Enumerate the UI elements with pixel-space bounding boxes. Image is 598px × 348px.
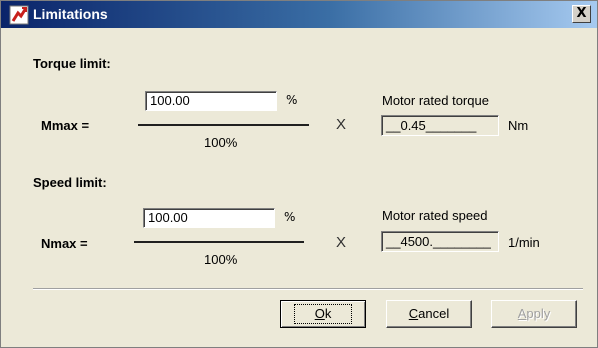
speed-percent-unit: %: [284, 210, 296, 224]
limit-tool-icon: [9, 5, 29, 25]
speed-fraction-line: [134, 241, 304, 243]
motor-rated-torque-field: __0.45_______: [381, 115, 499, 136]
cancel-button[interactable]: Cancel: [386, 300, 472, 328]
title-bar: Limitations X: [1, 1, 597, 28]
nmax-label: Nmax =: [41, 236, 88, 251]
speed-section-title: Speed limit:: [33, 175, 107, 190]
close-icon[interactable]: X: [572, 5, 591, 23]
torque-fraction-line: [138, 124, 309, 126]
torque-section-title: Torque limit:: [33, 56, 111, 71]
speed-unit: 1/min: [508, 235, 540, 250]
apply-label-rest: pply: [526, 306, 551, 321]
button-separator: [33, 288, 583, 290]
ok-mnemonic: O: [314, 306, 325, 321]
ok-label-rest: k: [324, 306, 332, 321]
torque-unit: Nm: [508, 118, 529, 133]
motor-rated-speed-label: Motor rated speed: [382, 208, 488, 223]
cancel-mnemonic: C: [408, 306, 419, 321]
motor-rated-speed-field: __4500.________: [381, 231, 499, 252]
cancel-label-rest: ancel: [418, 306, 450, 321]
torque-percent-input[interactable]: 100.00: [145, 91, 277, 111]
apply-button[interactable]: Apply: [491, 300, 577, 328]
mmax-label: Mmax =: [41, 118, 90, 133]
limitations-dialog: Limitations X Torque limit: Mmax = 100.0…: [0, 0, 598, 348]
speed-times-sign: X: [336, 234, 347, 251]
ok-button[interactable]: Ok: [280, 300, 366, 328]
speed-denominator: 100%: [204, 252, 238, 267]
torque-times-sign: X: [336, 116, 347, 133]
dialog-title: Limitations: [33, 6, 108, 22]
torque-denominator: 100%: [204, 135, 238, 150]
motor-rated-torque-label: Motor rated torque: [382, 93, 489, 108]
speed-percent-input[interactable]: 100.00: [143, 208, 275, 228]
torque-percent-unit: %: [286, 93, 298, 107]
